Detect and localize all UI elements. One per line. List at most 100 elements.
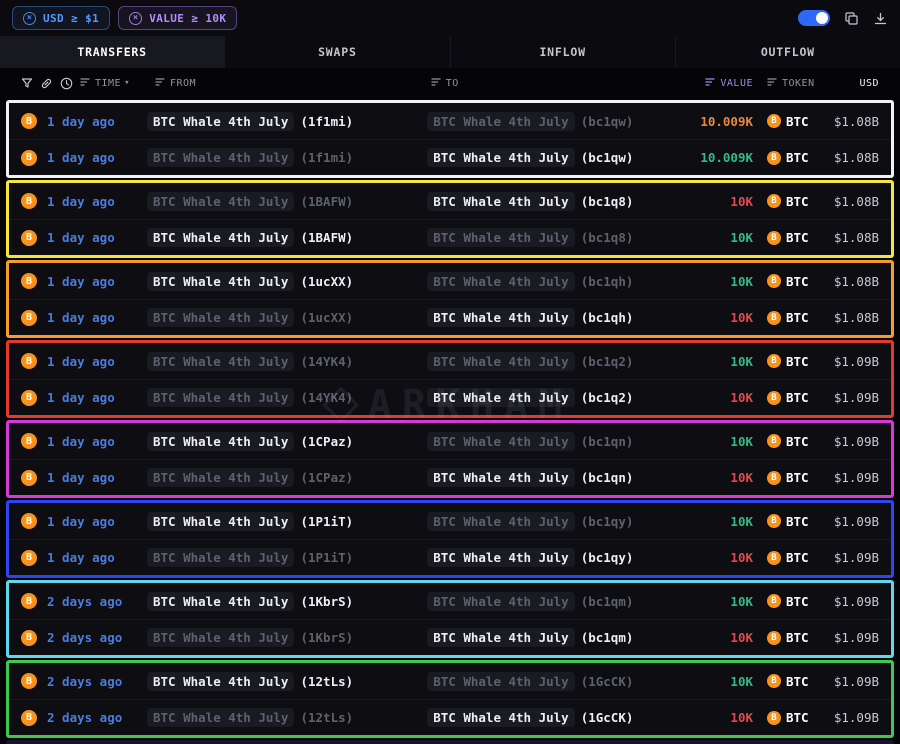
from-entity[interactable]: BTC Whale 4th July (1KbrS) <box>147 592 353 611</box>
to-entity[interactable]: BTC Whale 4th July (bc1q2) <box>427 352 633 371</box>
time-cell[interactable]: 1 day ago <box>47 434 139 449</box>
to-cell: BTC Whale 4th July (bc1qy) <box>427 548 643 567</box>
tab-transfers[interactable]: TRANSFERS <box>0 36 224 68</box>
to-entity[interactable]: BTC Whale 4th July (bc1q2) <box>427 388 633 407</box>
time-cell[interactable]: 1 day ago <box>47 150 139 165</box>
time-cell[interactable]: 1 day ago <box>47 114 139 129</box>
table-row[interactable]: B 1 day ago BTC Whale 4th July (1P1iT) B… <box>9 503 891 539</box>
from-entity[interactable]: BTC Whale 4th July (1ucXX) <box>147 308 353 327</box>
entity-id: (bc1qw) <box>581 114 634 129</box>
close-icon[interactable]: × <box>23 12 36 25</box>
table-row[interactable]: B 1 day ago BTC Whale 4th July (1ucXX) B… <box>9 299 891 335</box>
time-cell[interactable]: 1 day ago <box>47 354 139 369</box>
table-row[interactable]: B 1 day ago BTC Whale 4th July (1f1mi) B… <box>9 139 891 175</box>
copy-icon[interactable] <box>844 11 859 26</box>
token-cell: B BTC <box>753 434 813 449</box>
top-bar: × USD ≥ $1 × VALUE ≥ 10K <box>0 0 900 36</box>
entity-id: (bc1q8) <box>581 194 634 209</box>
time-cell[interactable]: 1 day ago <box>47 390 139 405</box>
from-entity[interactable]: BTC Whale 4th July (12tLs) <box>147 672 353 691</box>
table-row[interactable]: B 1 day ago BTC Whale 4th July (14YK4) B… <box>9 343 891 379</box>
time-cell[interactable]: 2 days ago <box>47 674 139 689</box>
column-usd[interactable]: USD <box>813 78 879 89</box>
from-entity[interactable]: BTC Whale 4th July (1CPaz) <box>147 468 353 487</box>
entity-name: BTC Whale 4th July <box>427 148 574 167</box>
table-row[interactable]: B 2 days ago BTC Whale 4th July (1KbrS) … <box>9 619 891 655</box>
to-entity[interactable]: BTC Whale 4th July (1GcCK) <box>427 672 633 691</box>
clock-icon[interactable] <box>60 77 73 90</box>
to-entity[interactable]: BTC Whale 4th July (bc1qm) <box>427 592 633 611</box>
table-row[interactable]: B 2 days ago BTC Whale 4th July (12tLs) … <box>9 699 891 735</box>
table-row[interactable]: B 1 day ago BTC Whale 4th July (1P1iT) B… <box>9 539 891 575</box>
column-from[interactable]: FROM <box>155 78 431 89</box>
to-entity[interactable]: BTC Whale 4th July (bc1qh) <box>427 272 633 291</box>
filter-chip-value[interactable]: × VALUE ≥ 10K <box>118 6 237 30</box>
from-entity[interactable]: BTC Whale 4th July (1f1mi) <box>147 148 353 167</box>
from-entity[interactable]: BTC Whale 4th July (1BAFW) <box>147 228 353 247</box>
from-entity[interactable]: BTC Whale 4th July (1CPaz) <box>147 432 353 451</box>
from-entity[interactable]: BTC Whale 4th July (1BAFW) <box>147 192 353 211</box>
time-cell[interactable]: 1 day ago <box>47 274 139 289</box>
from-entity[interactable]: BTC Whale 4th July (1f1mi) <box>147 112 353 131</box>
token-cell: B BTC <box>753 310 813 325</box>
tab-swaps[interactable]: SWAPS <box>224 36 449 68</box>
from-entity[interactable]: BTC Whale 4th July (14YK4) <box>147 352 353 371</box>
tab-outflow[interactable]: OUTFLOW <box>675 36 900 68</box>
to-entity[interactable]: BTC Whale 4th July (bc1q8) <box>427 192 633 211</box>
table-row[interactable]: B 2 days ago BTC Whale 4th July (1KbrS) … <box>9 583 891 619</box>
from-entity[interactable]: BTC Whale 4th July (12tLs) <box>147 708 353 727</box>
tab-inflow[interactable]: INFLOW <box>450 36 675 68</box>
token-symbol: BTC <box>786 150 809 165</box>
usd-cell: $1.08B <box>813 230 879 245</box>
entity-name: BTC Whale 4th July <box>147 308 294 327</box>
to-entity[interactable]: BTC Whale 4th July (bc1qw) <box>427 148 633 167</box>
time-cell[interactable]: 1 day ago <box>47 194 139 209</box>
entity-name: BTC Whale 4th July <box>427 192 574 211</box>
download-icon[interactable] <box>873 11 888 26</box>
table-row[interactable]: B 1 day ago BTC Whale 4th July (1BAFW) B… <box>9 183 891 219</box>
token-cell: B BTC <box>753 150 813 165</box>
column-value[interactable]: VALUE <box>643 78 753 89</box>
from-cell: BTC Whale 4th July (1CPaz) <box>147 432 427 451</box>
time-cell[interactable]: 2 days ago <box>47 630 139 645</box>
to-entity[interactable]: BTC Whale 4th July (bc1qm) <box>427 628 633 647</box>
to-entity[interactable]: BTC Whale 4th July (bc1q8) <box>427 228 633 247</box>
table-row[interactable]: B 1 day ago BTC Whale 4th July (1f1mi) B… <box>9 103 891 139</box>
table-row[interactable]: B 1 day ago BTC Whale 4th July (1CPaz) B… <box>9 459 891 495</box>
table-row[interactable]: B 1 day ago BTC Whale 4th July (1ucXX) B… <box>9 263 891 299</box>
to-entity[interactable]: BTC Whale 4th July (bc1qy) <box>427 548 633 567</box>
from-entity[interactable]: BTC Whale 4th July (1P1iT) <box>147 548 353 567</box>
to-entity[interactable]: BTC Whale 4th July (bc1qn) <box>427 432 633 451</box>
column-time[interactable]: TIME ▾ <box>80 78 130 89</box>
to-cell: BTC Whale 4th July (bc1q2) <box>427 388 643 407</box>
link-icon[interactable] <box>40 77 53 90</box>
time-cell[interactable]: 2 days ago <box>47 710 139 725</box>
table-row[interactable]: B 1 day ago BTC Whale 4th July (1BAFW) B… <box>9 219 891 255</box>
table-row[interactable]: B 1 day ago BTC Whale 4th July (14YK4) B… <box>9 379 891 415</box>
filter-icon[interactable] <box>21 77 33 89</box>
column-to[interactable]: TO <box>431 78 643 89</box>
from-entity[interactable]: BTC Whale 4th July (1KbrS) <box>147 628 353 647</box>
view-toggle[interactable] <box>798 10 830 26</box>
time-cell[interactable]: 2 days ago <box>47 594 139 609</box>
column-token[interactable]: TOKEN <box>753 78 813 89</box>
time-cell[interactable]: 1 day ago <box>47 230 139 245</box>
to-entity[interactable]: BTC Whale 4th July (bc1qw) <box>427 112 633 131</box>
table-row[interactable]: B 2 days ago BTC Whale 4th July (12tLs) … <box>9 663 891 699</box>
time-cell[interactable]: 1 day ago <box>47 310 139 325</box>
to-entity[interactable]: BTC Whale 4th July (bc1qn) <box>427 468 633 487</box>
from-entity[interactable]: BTC Whale 4th July (14YK4) <box>147 388 353 407</box>
filter-chip-usd[interactable]: × USD ≥ $1 <box>12 6 110 30</box>
to-entity[interactable]: BTC Whale 4th July (1GcCK) <box>427 708 633 727</box>
time-cell[interactable]: 1 day ago <box>47 550 139 565</box>
usd-cell: $1.08B <box>813 114 879 129</box>
time-cell[interactable]: 1 day ago <box>47 470 139 485</box>
time-cell[interactable]: 1 day ago <box>47 514 139 529</box>
close-icon[interactable]: × <box>129 12 142 25</box>
to-entity[interactable]: BTC Whale 4th July (bc1qy) <box>427 512 633 531</box>
table-row[interactable]: B 1 day ago BTC Whale 4th July (1CPaz) B… <box>9 423 891 459</box>
from-entity[interactable]: BTC Whale 4th July (1P1iT) <box>147 512 353 531</box>
from-entity[interactable]: BTC Whale 4th July (1ucXX) <box>147 272 353 291</box>
to-entity[interactable]: BTC Whale 4th July (bc1qh) <box>427 308 633 327</box>
to-cell: BTC Whale 4th July (1GcCK) <box>427 672 643 691</box>
